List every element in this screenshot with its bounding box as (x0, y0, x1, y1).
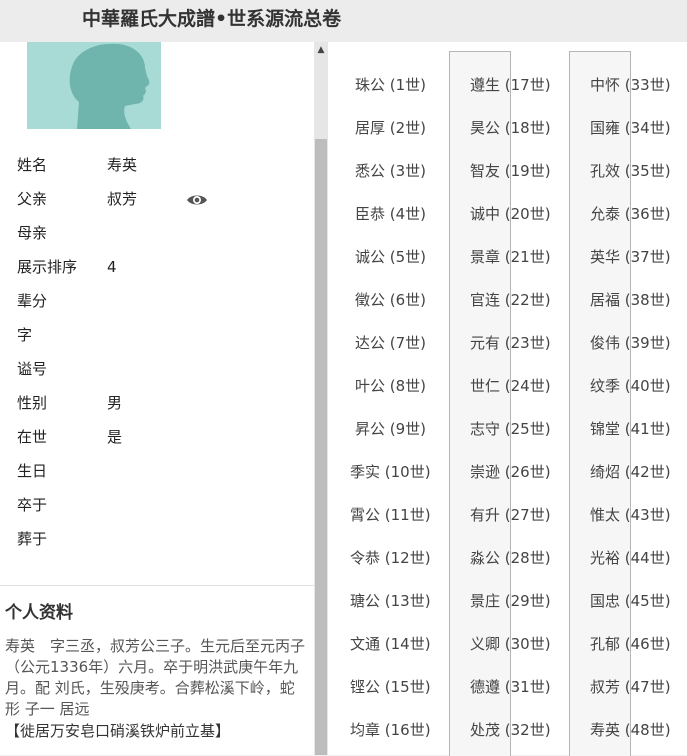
generation-link[interactable]: 遵生 (17世) (470, 74, 551, 95)
generation-link[interactable]: 志守 (25世) (470, 418, 551, 439)
generation-link[interactable]: 叔芳 (47世) (590, 676, 671, 697)
bio-text: 寿英 字三丞，叔芳公三子。生元后至元丙子（公元1336年）六月。卒于明洪武庚午年… (5, 637, 306, 718)
generation-link[interactable]: 景章 (21世) (470, 246, 551, 267)
generation-link[interactable]: 元有 (23世) (470, 332, 551, 353)
generation-link[interactable]: 绮炤 (42世) (590, 461, 671, 482)
generation-link[interactable]: 居福 (38世) (590, 289, 671, 310)
generation-link[interactable]: 诚公 (5世) (355, 246, 426, 267)
generation-link[interactable]: 智友 (19世) (470, 160, 551, 181)
generation-link[interactable]: 光裕 (44世) (590, 547, 671, 568)
generation-link[interactable]: 霄公 (11世) (350, 504, 431, 525)
divider (0, 585, 314, 586)
generation-link[interactable]: 文通 (14世) (350, 633, 431, 654)
generation-link[interactable]: 瑭公 (13世) (350, 590, 431, 611)
generation-link[interactable]: 允泰 (36世) (590, 203, 671, 224)
generation-link[interactable]: 俊伟 (39世) (590, 332, 671, 353)
generation-link[interactable]: 崇逊 (26世) (470, 461, 551, 482)
generation-link[interactable]: 国雍 (34世) (590, 117, 671, 138)
generation-link[interactable]: 珠公 (1世) (355, 74, 426, 95)
generation-link[interactable]: 国忠 (45世) (590, 590, 671, 611)
generation-link[interactable]: 悉公 (3世) (355, 160, 426, 181)
generation-link[interactable]: 徵公 (6世) (355, 289, 426, 310)
generation-link[interactable]: 叶公 (8世) (355, 375, 426, 396)
generation-link[interactable]: 达公 (7世) (355, 332, 426, 353)
generation-link[interactable]: 昇公 (9世) (355, 418, 426, 439)
generation-link[interactable]: 中怀 (33世) (590, 74, 671, 95)
bio-note: 【徙居万安皂口硝溪铁炉前立基】 (5, 722, 231, 740)
generation-link[interactable]: 孔郁 (46世) (590, 633, 671, 654)
generation-link[interactable]: 纹季 (40世) (590, 375, 671, 396)
generation-link[interactable]: 官连 (22世) (470, 289, 551, 310)
page-title: 中華羅氏大成譜•世系源流总卷 (82, 8, 342, 30)
avatar (27, 42, 161, 129)
generation-link[interactable]: 臣恭 (4世) (355, 203, 426, 224)
generation-link[interactable]: 均章 (16世) (350, 719, 431, 740)
generation-link[interactable]: 令恭 (12世) (350, 547, 431, 568)
generation-link[interactable]: 德遵 (31世) (470, 676, 551, 697)
generation-link[interactable]: 淼公 (28世) (470, 547, 551, 568)
generation-link[interactable]: 处茂 (32世) (470, 719, 551, 740)
top-bar: 中華羅氏大成譜•世系源流总卷 (0, 0, 687, 42)
generation-link[interactable]: 惟太 (43世) (590, 504, 671, 525)
scroll-up-arrow-icon[interactable]: ▲ (314, 44, 328, 56)
eye-icon[interactable] (186, 192, 208, 208)
generation-link[interactable]: 英华 (37世) (590, 246, 671, 267)
generation-link[interactable]: 义卿 (30世) (470, 633, 551, 654)
generation-panel: 珠公 (1世) 居厚 (2世) 悉公 (3世) 臣恭 (4世) 诚公 (5世) 徵公 (6… (328, 42, 687, 756)
generation-link[interactable]: 铿公 (15世) (350, 676, 431, 697)
generation-link[interactable]: 寿英 (48世) (590, 719, 671, 740)
generation-link[interactable]: 诚中 (20世) (470, 203, 551, 224)
generation-link[interactable]: 孔效 (35世) (590, 160, 671, 181)
left-panel-scrollbar[interactable]: ▲ (314, 42, 328, 755)
generation-link[interactable]: 锦堂 (41世) (590, 418, 671, 439)
bio-section-title: 个人资料 (5, 603, 73, 623)
scrollbar-thumb[interactable] (315, 139, 327, 755)
profile-panel: 姓名 寿英 父亲 叔芳 母亲 展示排序 4 辈分 字 谥号 性别男 在世是 生日 卒于… (0, 42, 314, 755)
generation-link[interactable]: 有升 (27世) (470, 504, 551, 525)
generation-link[interactable]: 景庄 (29世) (470, 590, 551, 611)
generation-link[interactable]: 昊公 (18世) (470, 117, 551, 138)
generation-link[interactable]: 世仁 (24世) (470, 375, 551, 396)
generation-link[interactable]: 居厚 (2世) (355, 117, 426, 138)
avatar-silhouette-icon (69, 43, 150, 129)
generation-link[interactable]: 季实 (10世) (350, 461, 431, 482)
